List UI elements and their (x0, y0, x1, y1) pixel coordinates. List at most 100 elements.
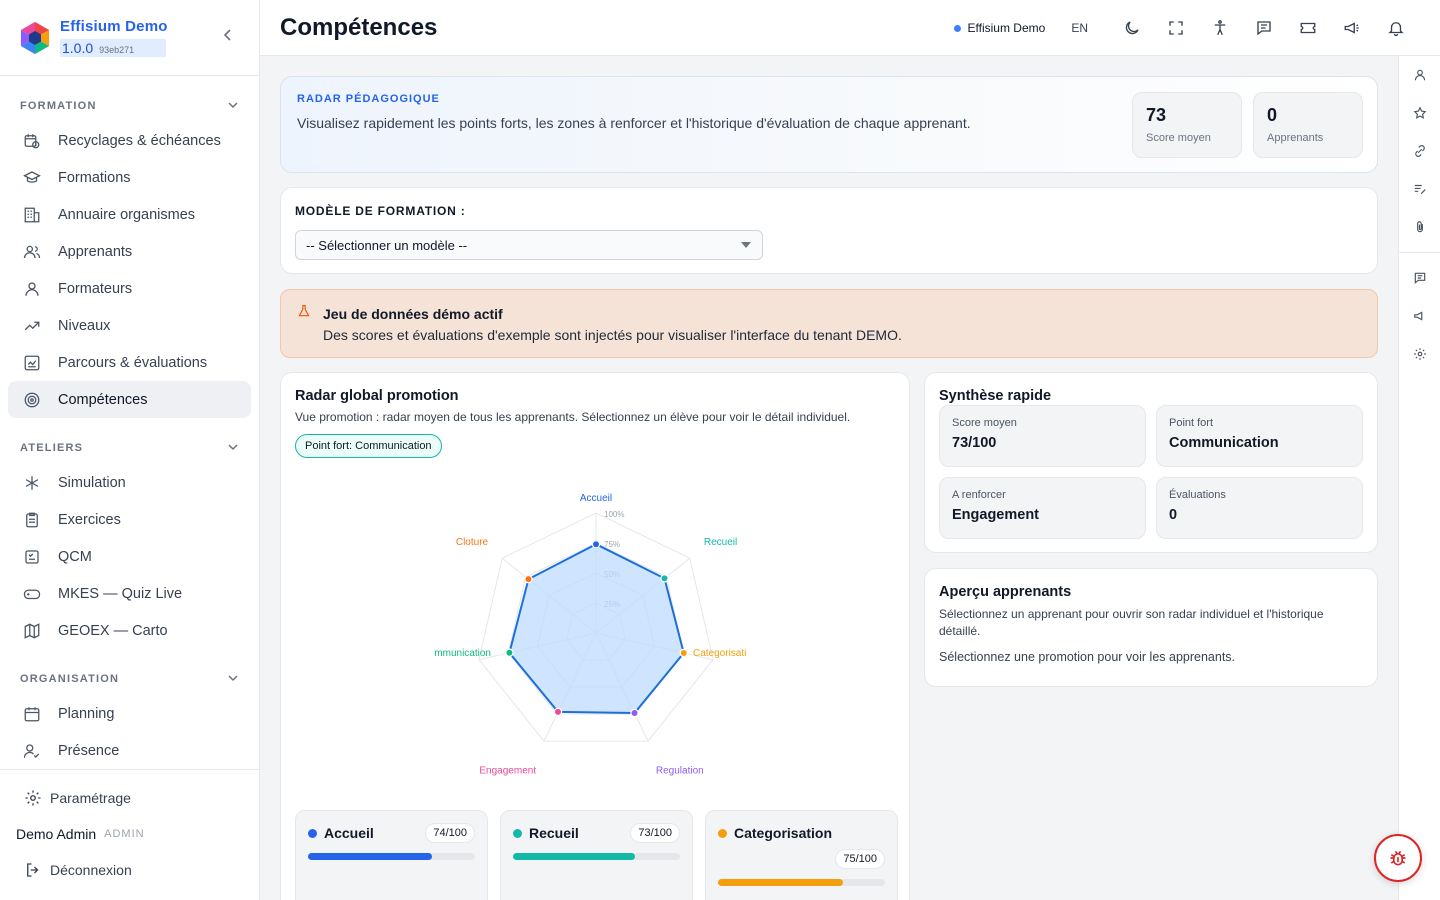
collapse-sidebar-icon[interactable] (221, 28, 235, 47)
sidebar-item-competences[interactable]: Compétences (8, 381, 251, 418)
gear-icon (1413, 348, 1426, 360)
competency-progress-fill (718, 879, 844, 886)
sidebar-section-formation[interactable]: FORMATION (0, 96, 259, 116)
radar-chart: 25%50%75%100%AccueilRecueilCategorisatiR… (434, 493, 746, 776)
summary-value: 73/100 (952, 435, 997, 451)
radar-axis-label-accueil: Accueil (580, 493, 612, 504)
sidebar-item-geoex-carto[interactable]: GEOEX — Carto (8, 612, 251, 649)
radar-axis-label-regulation: Regulation (656, 765, 704, 776)
notifications-button[interactable] (1374, 6, 1418, 50)
sidebar-item-recyclages-echeances[interactable]: Recyclages & échéances (8, 122, 251, 159)
competency-progress-fill (513, 853, 635, 860)
right-tool-rail (1398, 56, 1440, 900)
radar-card: Radar global promotion Vue promotion : r… (280, 372, 910, 900)
sidebar-item-mkes-quiz-live[interactable]: MKES — Quiz Live (8, 575, 251, 612)
competency-score-badge: 74/100 (425, 823, 475, 843)
logout-link[interactable]: Déconnexion (0, 852, 259, 888)
sidebar-section-title: ATELIERS (20, 442, 84, 454)
accessibility-button[interactable] (1198, 6, 1242, 50)
competency-label: Accueil (324, 825, 374, 841)
main-content: RADAR PÉDAGOGIQUE Visualisez rapidement … (280, 76, 1378, 900)
sidebar-item-label: GEOEX — Carto (58, 622, 168, 639)
user-role: ADMIN (104, 828, 145, 840)
learners-overview-empty: Sélectionnez une promotion pour voir les… (939, 650, 1236, 664)
sidebar-item-annuaire-organismes[interactable]: Annuaire organismes (8, 196, 251, 233)
dark-mode-button[interactable] (1110, 6, 1154, 50)
sidebar-section-title: ORGANISATION (20, 673, 120, 685)
brand-header: Effisium Demo 1.0.0 93eb271 (0, 0, 259, 76)
ticket-icon (1300, 22, 1316, 34)
sidebar-item-parcours-evaluations[interactable]: Parcours & évaluations (8, 344, 251, 381)
rail-announce-button[interactable] (1399, 297, 1440, 335)
radar-tick-label: 75% (604, 540, 620, 549)
map-icon (22, 621, 42, 641)
summary-value: Engagement (952, 507, 1040, 523)
stat-label: Score moyen (1146, 132, 1211, 144)
building-icon (22, 205, 42, 225)
rail-chat-button[interactable] (1399, 259, 1440, 297)
sidebar-item-label: Formations (58, 169, 131, 186)
sidebar-section-organisation[interactable]: ORGANISATION (0, 669, 259, 689)
report-bug-button[interactable] (1374, 834, 1422, 882)
rail-favorites-button[interactable] (1399, 94, 1440, 132)
sidebar-item-niveaux[interactable]: Niveaux (8, 307, 251, 344)
rail-notes-button[interactable] (1399, 170, 1440, 208)
sidebar-item-simulation[interactable]: Simulation (8, 464, 251, 501)
language-toggle[interactable]: EN (1071, 21, 1088, 35)
fullscreen-button[interactable] (1154, 6, 1198, 50)
sidebar-item-label: Recyclages & échéances (58, 132, 221, 149)
summary-label: Score moyen (952, 417, 1017, 429)
star-icon (1412, 106, 1427, 119)
asterisk-icon (22, 473, 42, 493)
rail-settings-button[interactable] (1399, 335, 1440, 373)
brand-version-badge: 1.0.0 93eb271 (60, 38, 166, 57)
sidebar-item-apprenants[interactable]: Apprenants (8, 233, 251, 270)
version-number: 1.0.0 (62, 39, 94, 56)
model-selector-card: MODÈLE DE FORMATION : -- Sélectionner un… (280, 187, 1378, 274)
stat-label: Apprenants (1267, 132, 1324, 144)
competency-name: Categorisation (718, 825, 885, 841)
sidebar-item-planning[interactable]: Planning (8, 695, 251, 732)
model-select-value: -- Sélectionner un modèle -- (306, 237, 468, 253)
sidebar-item-label: Simulation (58, 474, 126, 491)
sidebar-item-label: Présence (58, 742, 120, 759)
sidebar-item-qcm[interactable]: QCM (8, 538, 251, 575)
checklist-icon (22, 547, 42, 567)
competency-card[interactable]: Recueil 73/100 (500, 810, 693, 900)
radar-axis-label-engagement: Engagement (479, 765, 536, 776)
competency-label: Recueil (529, 825, 579, 841)
sidebar-section-ateliers[interactable]: ATELIERS (0, 438, 259, 458)
summary-label: Point fort (1169, 417, 1214, 429)
competency-card[interactable]: Categorisation 75/100 (705, 810, 898, 900)
sidebar-item-label: Annuaire organismes (58, 206, 196, 223)
tenant-switcher[interactable]: Effisium Demo (953, 21, 1045, 35)
sidebar-item-presence[interactable]: Présence (8, 732, 251, 769)
announcements-button[interactable] (1330, 6, 1374, 50)
sidebar-item-label: Apprenants (58, 243, 133, 260)
competency-score-cards: Accueil 74/100 Recueil 73/100 Categorisation… (295, 810, 898, 900)
sidebar-item-exercices[interactable]: Exercices (8, 501, 251, 538)
stat-learners: 0 Apprenants (1253, 92, 1363, 158)
messages-button[interactable] (1242, 6, 1286, 50)
competency-score-badge: 73/100 (630, 823, 680, 843)
chevron-down-icon (227, 672, 239, 687)
summary-to-improve: A renforcer Engagement (939, 477, 1146, 539)
megaphone-icon (1344, 22, 1359, 34)
rail-attachment-button[interactable] (1399, 208, 1440, 246)
rail-profile-button[interactable] (1399, 56, 1440, 94)
model-select[interactable]: -- Sélectionner un modèle -- (295, 230, 763, 260)
settings-link[interactable]: Paramétrage (0, 780, 259, 816)
app-logo-icon (20, 20, 50, 55)
sidebar-item-label: Compétences (58, 391, 148, 408)
rail-link-button[interactable] (1399, 132, 1440, 170)
clipboard-icon (22, 510, 42, 530)
rail-divider (1399, 252, 1440, 253)
users-icon (22, 242, 42, 262)
competency-card[interactable]: Accueil 74/100 (295, 810, 488, 900)
tickets-button[interactable] (1286, 6, 1330, 50)
competency-progress-track (513, 853, 680, 860)
sidebar-footer: Paramétrage Demo Admin ADMIN Déconnexion (0, 769, 259, 900)
sidebar-item-formateurs[interactable]: Formateurs (8, 270, 251, 307)
tenant-status-dot (953, 24, 961, 32)
sidebar-item-formations[interactable]: Formations (8, 159, 251, 196)
